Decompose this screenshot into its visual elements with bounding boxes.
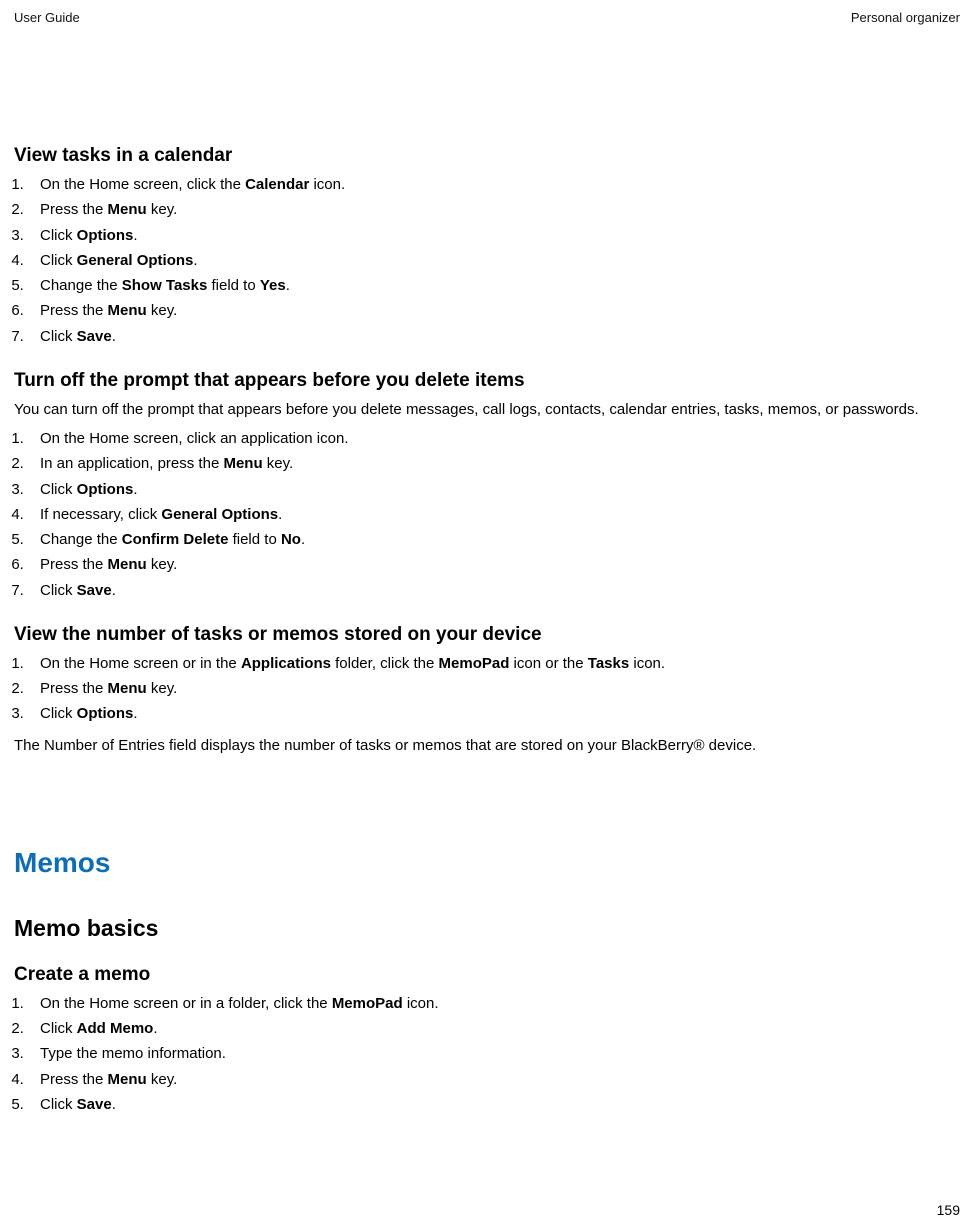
steps-view-number: On the Home screen or in the Application…	[14, 652, 960, 726]
list-item: Click Options.	[28, 478, 960, 501]
heading-view-number: View the number of tasks or memos stored…	[14, 624, 960, 646]
heading-view-tasks: View tasks in a calendar	[14, 145, 960, 167]
subchapter-title-memo-basics: Memo basics	[14, 915, 960, 942]
page-number: 159	[937, 1202, 960, 1218]
list-item: Press the Menu key.	[28, 198, 960, 221]
list-item: On the Home screen, click the Calendar i…	[28, 173, 960, 196]
steps-create-memo: On the Home screen or in a folder, click…	[14, 992, 960, 1116]
heading-create-memo: Create a memo	[14, 964, 960, 986]
page-header: User Guide Personal organizer	[14, 10, 960, 25]
list-item: Click Options.	[28, 224, 960, 247]
list-item: Click Save.	[28, 325, 960, 348]
steps-turn-off-prompt: On the Home screen, click an application…	[14, 427, 960, 602]
list-item: Click Options.	[28, 702, 960, 725]
list-item: Click Save.	[28, 1093, 960, 1116]
header-left: User Guide	[14, 10, 80, 25]
list-item: Press the Menu key.	[28, 553, 960, 576]
list-item: Press the Menu key.	[28, 677, 960, 700]
list-item: Click General Options.	[28, 249, 960, 272]
outro-view-number: The Number of Entries field displays the…	[14, 734, 960, 757]
list-item: In an application, press the Menu key.	[28, 452, 960, 475]
list-item: Change the Confirm Delete field to No.	[28, 528, 960, 551]
list-item: On the Home screen or in a folder, click…	[28, 992, 960, 1015]
list-item: On the Home screen, click an application…	[28, 427, 960, 450]
list-item: If necessary, click General Options.	[28, 503, 960, 526]
list-item: Change the Show Tasks field to Yes.	[28, 274, 960, 297]
list-item: Click Add Memo.	[28, 1017, 960, 1040]
page: User Guide Personal organizer View tasks…	[0, 0, 974, 1228]
list-item: Click Save.	[28, 579, 960, 602]
list-item: Type the memo information.	[28, 1042, 960, 1065]
chapter-title-memos: Memos	[14, 847, 960, 879]
intro-turn-off-prompt: You can turn off the prompt that appears…	[14, 398, 960, 421]
list-item: Press the Menu key.	[28, 1068, 960, 1091]
list-item: On the Home screen or in the Application…	[28, 652, 960, 675]
heading-turn-off-prompt: Turn off the prompt that appears before …	[14, 370, 960, 392]
steps-view-tasks: On the Home screen, click the Calendar i…	[14, 173, 960, 348]
header-right: Personal organizer	[851, 10, 960, 25]
list-item: Press the Menu key.	[28, 299, 960, 322]
